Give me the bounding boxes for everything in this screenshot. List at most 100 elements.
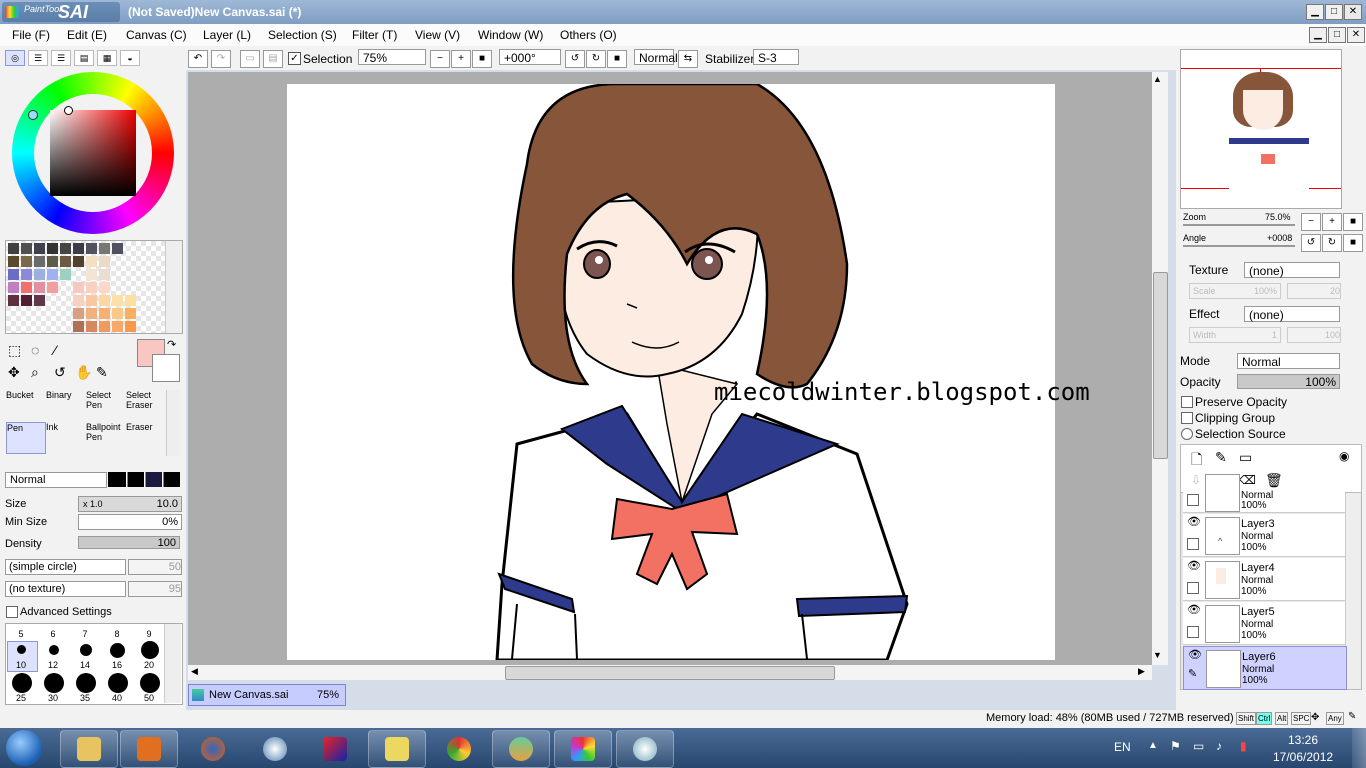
swatch[interactable]	[125, 321, 136, 332]
hue-picker-handle[interactable]	[28, 110, 38, 120]
maximize-button[interactable]: □	[1325, 4, 1343, 20]
navigator-preview[interactable]	[1180, 49, 1342, 209]
menu-view[interactable]: View (V)	[415, 28, 460, 42]
clipping-group-checkbox[interactable]	[1181, 412, 1193, 424]
redo-icon[interactable]: ↷	[211, 50, 231, 68]
stabilizer-select[interactable]: S-3	[753, 49, 799, 65]
swatch[interactable]	[99, 308, 110, 319]
new-layer-icon[interactable]: 🗋	[1191, 449, 1202, 473]
layer-lock-checkbox[interactable]	[1187, 582, 1199, 594]
swatch[interactable]	[112, 243, 123, 254]
menu-file[interactable]: File (F)	[12, 28, 50, 42]
secondary-color[interactable]	[152, 354, 180, 382]
swatch[interactable]	[47, 282, 58, 293]
swatch[interactable]	[34, 256, 45, 267]
swatch[interactable]	[21, 295, 32, 306]
swatch[interactable]	[86, 243, 97, 254]
view-mode-select[interactable]: Normal	[634, 49, 678, 65]
taskbar-sticky-notes[interactable]	[368, 730, 426, 768]
lasso-icon[interactable]: ◌	[31, 342, 39, 358]
tool-binary[interactable]: Binary	[46, 390, 84, 420]
mask-icon[interactable]: ◉	[1339, 449, 1349, 463]
advanced-settings-checkbox[interactable]	[6, 606, 18, 618]
zoom-in-icon[interactable]: +	[451, 50, 471, 68]
swatch[interactable]	[47, 243, 58, 254]
canvas-viewport[interactable]: miecoldwinter.blogspot.com	[188, 72, 1152, 665]
minimize-button[interactable]: ▁	[1306, 4, 1324, 20]
swatch[interactable]	[112, 308, 123, 319]
swatch[interactable]	[8, 295, 19, 306]
clock-time[interactable]: 13:26	[1288, 733, 1318, 747]
swatch[interactable]	[86, 295, 97, 306]
menu-selection[interactable]: Selection (S)	[268, 28, 337, 42]
menu-layer[interactable]: Layer (L)	[203, 28, 251, 42]
zoom-select[interactable]: 75%	[358, 49, 426, 65]
delete-layer-icon[interactable]: 🗑	[1265, 472, 1283, 489]
brush-size-8[interactable]: 8	[107, 629, 127, 639]
doc-minimize-button[interactable]: ▁	[1309, 27, 1327, 43]
canvas-paper[interactable]	[287, 84, 1055, 660]
menu-others[interactable]: Others (O)	[560, 28, 617, 42]
zoom-slider[interactable]	[1183, 224, 1295, 226]
swatch[interactable]	[8, 282, 19, 293]
swatch[interactable]	[86, 308, 97, 319]
nav-rotate-reset-icon[interactable]: ■	[1343, 234, 1363, 252]
swatch[interactable]	[99, 295, 110, 306]
scroll-down-icon[interactable]: ▼	[1153, 650, 1162, 660]
size-field[interactable]: x 1.0 10.0	[78, 496, 182, 512]
brush-shape-select[interactable]: (simple circle)	[5, 559, 126, 575]
swatch[interactable]	[125, 308, 136, 319]
taskbar-explorer[interactable]	[60, 730, 118, 768]
taskbar-paint-sai[interactable]	[616, 730, 674, 768]
swatch[interactable]	[86, 321, 97, 332]
swatch[interactable]	[112, 321, 123, 332]
swatch-scrollbar[interactable]	[165, 241, 182, 333]
swatch[interactable]	[73, 295, 84, 306]
swatch[interactable]	[73, 256, 84, 267]
layer-mode-select[interactable]: Normal	[1237, 353, 1340, 369]
swap-colors-icon[interactable]: ↷	[167, 338, 176, 351]
taskbar-firefox[interactable]	[184, 730, 242, 768]
language-indicator[interactable]: EN	[1114, 740, 1131, 754]
rect-select-icon[interactable]: ⬚	[8, 342, 21, 359]
document-tab[interactable]: New Canvas.sai 75%	[188, 684, 346, 706]
swatch[interactable]	[21, 282, 32, 293]
brush-shape-presets[interactable]	[108, 472, 180, 487]
zoom-icon[interactable]: ⌕	[31, 364, 39, 381]
taskbar-app-s[interactable]	[306, 730, 364, 768]
brush-size-25[interactable]: 25	[11, 693, 31, 703]
brush-size-5[interactable]: 5	[11, 629, 31, 639]
swatch[interactable]	[112, 295, 123, 306]
tool-select-pen[interactable]: Select Pen	[86, 390, 124, 420]
volume-icon[interactable]: ♪	[1216, 739, 1222, 753]
swatch[interactable]	[34, 282, 45, 293]
nav-rotate-right-icon[interactable]: ↻	[1322, 234, 1342, 252]
vertical-scroll-thumb[interactable]	[1153, 272, 1168, 459]
palette-tab-icon[interactable]: ▦	[97, 50, 117, 66]
menu-edit[interactable]: Edit (E)	[67, 28, 107, 42]
tool-ballpoint-pen[interactable]: Ballpoint Pen	[86, 422, 124, 452]
angle-slider[interactable]	[1183, 245, 1295, 247]
brush-size-6[interactable]: 6	[43, 629, 63, 639]
swatch[interactable]	[60, 256, 71, 267]
swatch[interactable]	[60, 243, 71, 254]
canvas-vertical-scrollbar[interactable]: ▲ ▼	[1152, 72, 1168, 665]
rotate-icon[interactable]: ↺	[54, 364, 66, 381]
deselect-icon[interactable]: ▭	[240, 50, 260, 68]
swatch[interactable]	[86, 282, 97, 293]
swatch[interactable]	[73, 243, 84, 254]
swatch[interactable]	[99, 243, 110, 254]
color-wheel-tab-icon[interactable]: ◎	[5, 50, 25, 66]
move-icon[interactable]: ✥	[8, 364, 20, 381]
opacity-slider[interactable]: 100%	[1237, 374, 1340, 389]
swatch[interactable]	[21, 243, 32, 254]
paint-brush-icon[interactable]: ✎	[1188, 669, 1197, 680]
swatch[interactable]	[99, 282, 110, 293]
swatch[interactable]	[21, 256, 32, 267]
swatch[interactable]	[99, 256, 110, 267]
swatch[interactable]	[8, 243, 19, 254]
clock-date[interactable]: 17/06/2012	[1273, 750, 1333, 764]
scroll-up-icon[interactable]: ▲	[1153, 74, 1162, 84]
eye-icon[interactable]: 👁	[1188, 650, 1202, 661]
taskbar-paint-tool[interactable]	[554, 730, 612, 768]
